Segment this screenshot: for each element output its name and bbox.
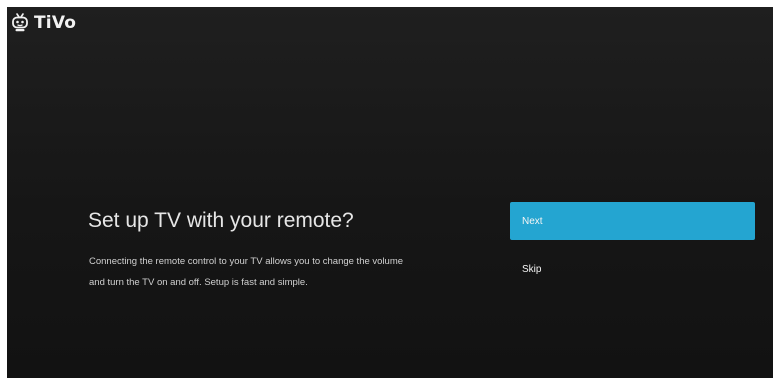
skip-button[interactable]: Skip [510, 250, 755, 288]
skip-button-label: Skip [522, 263, 542, 275]
setup-title: Set up TV with your remote? [88, 209, 354, 232]
tivo-logo-text: TiVo [34, 13, 77, 33]
next-button[interactable]: Next [510, 202, 755, 240]
next-button-label: Next [522, 215, 543, 227]
tivo-logo-icon [11, 13, 29, 33]
tivo-logo: TiVo [11, 13, 76, 33]
tv-screen: TiVo Set up TV with your remote? Connect… [7, 7, 773, 378]
setup-description: Connecting the remote control to your TV… [89, 256, 404, 288]
